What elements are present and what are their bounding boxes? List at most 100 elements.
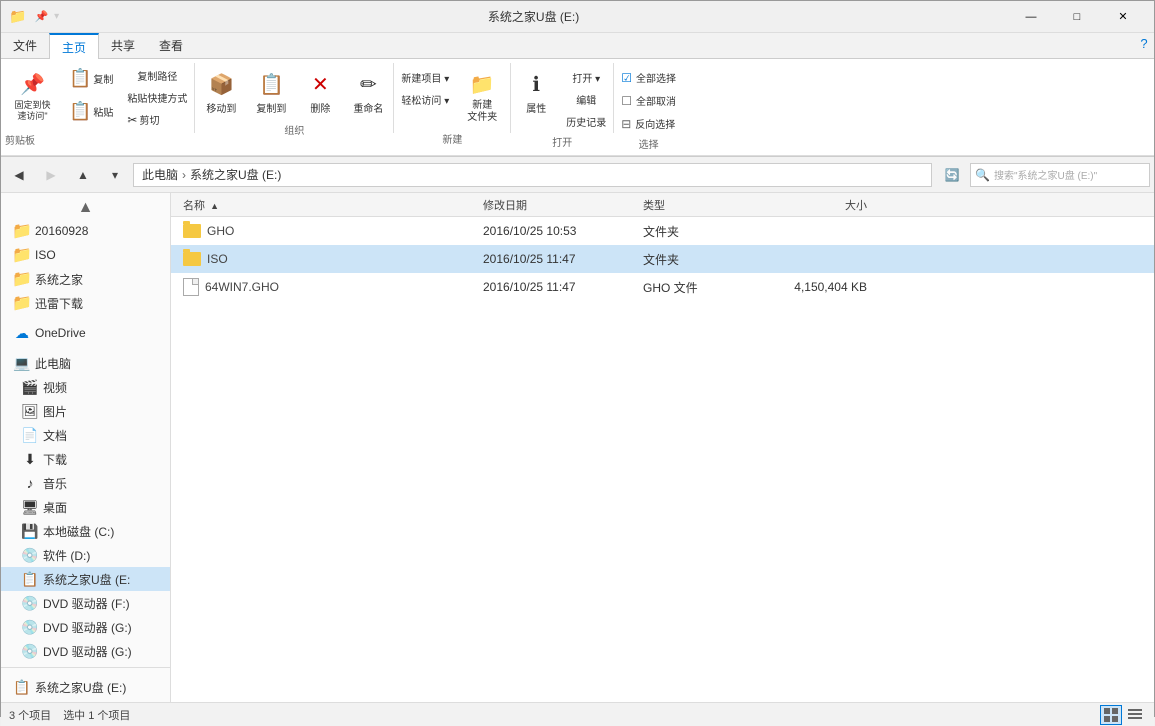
- sidebar-item-usbe-label: 系统之家U盘 (E:: [43, 571, 130, 588]
- col-header-date[interactable]: 修改日期: [475, 197, 635, 213]
- history-button[interactable]: 历史记录: [561, 111, 611, 132]
- open-button[interactable]: 打开 ▾: [561, 67, 611, 88]
- history-label: 历史记录: [566, 114, 606, 129]
- refresh-button[interactable]: 🔄: [938, 161, 966, 189]
- sidebar-item-20160928[interactable]: 📁 20160928: [1, 219, 170, 243]
- delete-button[interactable]: ✕ 删除: [297, 63, 343, 120]
- up-button[interactable]: ▲: [69, 161, 97, 189]
- pin-quick-access-button[interactable]: 📌 固定到快速访问": [5, 63, 60, 127]
- select-all-icon: ☑: [621, 71, 632, 85]
- back-button[interactable]: ◀: [5, 161, 33, 189]
- new-item-button[interactable]: 新建项目 ▾: [396, 67, 454, 88]
- maximize-button[interactable]: □: [1054, 1, 1100, 33]
- col-header-name[interactable]: 名称 ▲: [175, 197, 475, 213]
- usbe-icon: 📋: [21, 570, 39, 588]
- table-row[interactable]: GHO 2016/10/25 10:53 文件夹: [171, 217, 1154, 245]
- path-thispc[interactable]: 此电脑: [142, 166, 178, 183]
- sidebar-item-iso[interactable]: 📁 ISO: [1, 243, 170, 267]
- help-button[interactable]: ?: [1134, 33, 1154, 53]
- paste-shortcut-label: 粘贴快捷方式: [127, 90, 187, 105]
- sidebar-item-dvdf-label: DVD 驱动器 (F:): [43, 595, 130, 612]
- status-bar: 3 个项目 选中 1 个项目: [1, 702, 1154, 726]
- list-view-button[interactable]: [1124, 705, 1146, 725]
- ribbon: 文件 主页 共享 查看 ? 📌 固定到快速访问" 📋 复制: [1, 33, 1154, 157]
- tab-file[interactable]: 文件: [1, 33, 49, 58]
- sidebar-item-desktop[interactable]: 🖥 桌面: [1, 495, 170, 519]
- sidebar-item-music-label: 音乐: [43, 475, 67, 492]
- tab-view[interactable]: 查看: [147, 33, 195, 58]
- file-name-iso-label: ISO: [207, 252, 228, 266]
- file-list-header: 名称 ▲ 修改日期 类型 大小: [171, 193, 1154, 217]
- new-folder-label: 新建文件夹: [467, 100, 497, 124]
- cut-button[interactable]: ✂ 剪切: [122, 109, 192, 130]
- copy-to-button[interactable]: 📋 复制到: [247, 63, 295, 120]
- sidebar-item-docs[interactable]: 📄 文档: [1, 423, 170, 447]
- paste-button[interactable]: 📋 粘贴: [62, 96, 120, 127]
- music-icon: ♪: [21, 474, 39, 492]
- total-items: 3 个项目: [9, 707, 51, 723]
- sidebar-item-downloads[interactable]: ⬇ 下载: [1, 447, 170, 471]
- sidebar-item-localc[interactable]: 💾 本地磁盘 (C:): [1, 519, 170, 543]
- recent-button[interactable]: ▾: [101, 161, 129, 189]
- quick-access-pin[interactable]: 📌: [34, 10, 48, 23]
- file-name-win7-label: 64WIN7.GHO: [205, 280, 279, 294]
- copy-to-label: 复制到: [256, 100, 286, 115]
- minimize-button[interactable]: —: [1008, 1, 1054, 33]
- file-date-gho: 2016/10/25 10:53: [475, 224, 635, 238]
- easy-access-button[interactable]: 轻松访问 ▾: [396, 89, 454, 110]
- search-box[interactable]: 🔍 搜索"系统之家U盘 (E:)": [970, 163, 1150, 187]
- properties-label: 属性: [526, 100, 546, 115]
- sidebar-item-usbe[interactable]: 📋 系统之家U盘 (E:: [1, 567, 170, 591]
- sidebar-scroll-up[interactable]: ▲: [1, 197, 170, 219]
- sidebar-item-softd[interactable]: 💿 软件 (D:): [1, 543, 170, 567]
- pin-icon: 📌: [17, 68, 49, 100]
- separator-1: [194, 63, 195, 133]
- address-path[interactable]: 此电脑 › 系统之家U盘 (E:): [133, 163, 932, 187]
- sort-arrow: ▲: [210, 201, 219, 211]
- desktop-icon: 🖥: [21, 498, 39, 516]
- file-date-win7: 2016/10/25 11:47: [475, 280, 635, 294]
- sidebar-item-localc-label: 本地磁盘 (C:): [43, 523, 114, 540]
- sidebar-item-xunlei[interactable]: 📁 迅雷下载: [1, 291, 170, 315]
- sidebar-item-dvdg2[interactable]: 💿 DVD 驱动器 (G:): [1, 639, 170, 663]
- sidebar-item-music[interactable]: ♪ 音乐: [1, 471, 170, 495]
- col-header-size[interactable]: 大小: [755, 197, 875, 213]
- properties-button[interactable]: ℹ 属性: [513, 63, 559, 120]
- path-current[interactable]: 系统之家U盘 (E:): [190, 166, 281, 183]
- new-folder-button[interactable]: 📁 新建文件夹: [456, 63, 508, 129]
- dvdf-icon: 💿: [21, 594, 39, 612]
- sidebar-item-usbe2[interactable]: 📋 系统之家U盘 (E:): [1, 675, 170, 699]
- copy-path-button[interactable]: 复制路径: [122, 65, 192, 86]
- sidebar-item-thispc[interactable]: 💻 此电脑: [1, 351, 170, 375]
- title-bar: 📁 📌 ▾ 系统之家U盘 (E:) — □ ✕: [1, 1, 1154, 33]
- sidebar-item-dvdg1[interactable]: 💿 DVD 驱动器 (G:): [1, 615, 170, 639]
- paste-shortcut-button[interactable]: 粘贴快捷方式: [122, 87, 192, 108]
- rename-button[interactable]: ✏ 重命名: [345, 63, 391, 120]
- close-button[interactable]: ✕: [1100, 1, 1146, 33]
- col-header-type[interactable]: 类型: [635, 197, 755, 213]
- select-none-button[interactable]: ☐ 全部取消: [616, 90, 681, 111]
- forward-button[interactable]: ▶: [37, 161, 65, 189]
- docs-icon: 📄: [21, 426, 39, 444]
- sidebar-item-dvdf[interactable]: 💿 DVD 驱动器 (F:): [1, 591, 170, 615]
- edit-button[interactable]: 编辑: [561, 89, 611, 110]
- move-to-button[interactable]: 📦 移动到: [197, 63, 245, 120]
- tab-share[interactable]: 共享: [99, 33, 147, 58]
- sidebar-item-pictures[interactable]: 🖼 图片: [1, 399, 170, 423]
- table-row[interactable]: 64WIN7.GHO 2016/10/25 11:47 GHO 文件 4,150…: [171, 273, 1154, 301]
- sidebar-item-syzj[interactable]: 📁 系统之家: [1, 267, 170, 291]
- select-none-label: 全部取消: [636, 93, 676, 108]
- folder-syzj-icon: 📁: [13, 270, 31, 288]
- sidebar-item-onedrive[interactable]: ☁ OneDrive: [1, 321, 170, 345]
- file-type-gho: 文件夹: [635, 223, 755, 240]
- copy-button[interactable]: 📋 复制: [62, 63, 120, 94]
- grid-view-button[interactable]: [1100, 705, 1122, 725]
- folder-iso-icon: 📁: [13, 246, 31, 264]
- new-folder-icon: 📁: [466, 68, 498, 100]
- table-row[interactable]: ISO 2016/10/25 11:47 文件夹: [171, 245, 1154, 273]
- select-all-button[interactable]: ☑ 全部选择: [616, 67, 681, 88]
- invert-selection-button[interactable]: ⊟ 反向选择: [616, 113, 681, 134]
- cut-label: 剪切: [139, 112, 159, 127]
- tab-home[interactable]: 主页: [49, 33, 99, 59]
- sidebar-item-video[interactable]: 🎬 视频: [1, 375, 170, 399]
